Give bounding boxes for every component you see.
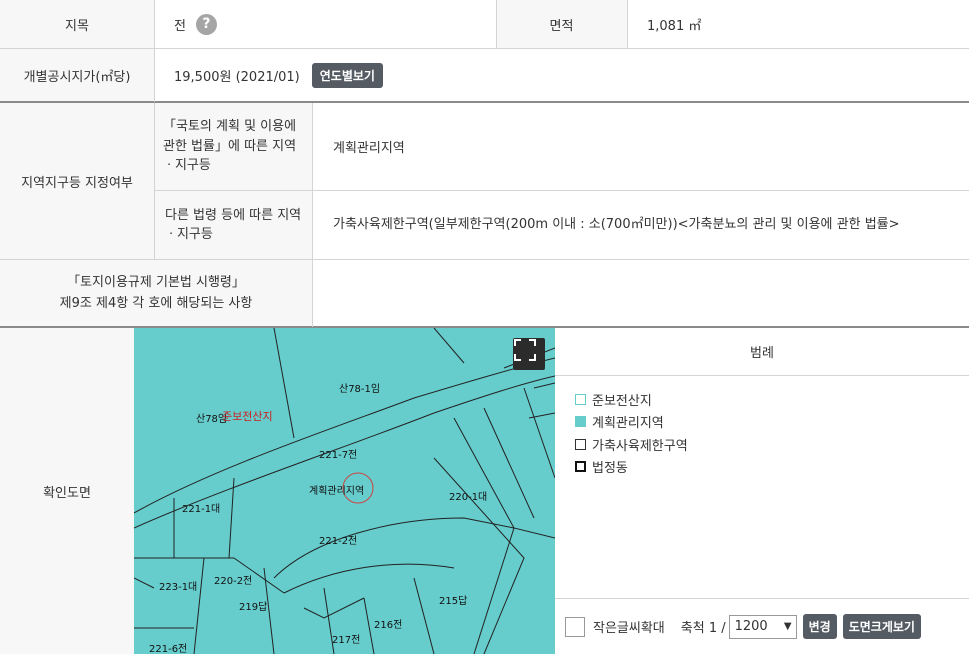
lot-label: 219답 — [239, 602, 268, 613]
map-label: 확인도면 — [0, 328, 134, 654]
rule-label: 「토지이용규제 기본법 시행령」 제9조 제4항 각 호에 해당되는 사항 — [0, 260, 312, 327]
lot-label: 223-1대 — [159, 582, 198, 593]
legend-item-label: 계획관리지역 — [592, 416, 664, 432]
price-label-text: 개별공시지가(㎡당) — [23, 69, 131, 85]
yearly-view-button[interactable]: 연도별보기 — [311, 62, 383, 88]
legend-item: 계획관리지역 — [575, 411, 688, 434]
law2-label: 다른 법령 등에 따른 지역ㆍ지구등 — [155, 191, 312, 259]
legend-swatch — [575, 438, 586, 450]
lot-label: 220-1대 — [449, 492, 488, 503]
zoom-text-label: 작은글씨확대 — [593, 621, 665, 636]
law2-value: 가축사육제한구역(일부제한구역(200m 이내 : 소(700㎡미만))<가축분… — [313, 191, 969, 259]
chevron-down-icon: ▼ — [783, 621, 792, 632]
legend-swatch — [575, 461, 586, 473]
law1-label-text: 「국토의 계획 및 이용에 관한 법률」에 따른 지역ㆍ지구등 — [163, 119, 297, 174]
legend-title: 범례 — [555, 328, 969, 376]
price-label: 개별공시지가(㎡당) — [0, 48, 154, 102]
map-controls: 작은글씨확대 축척 1 / 1200 ▼ 변경 도면크게보기 — [555, 598, 969, 654]
legend-item: 가축사육제한구역 — [575, 433, 688, 456]
lot-label: 217전 — [332, 635, 361, 646]
legend-swatch — [575, 393, 586, 405]
zoom-text-checkbox[interactable] — [565, 616, 585, 637]
lot-label: 220-2전 — [214, 576, 253, 587]
area-label: 면적 — [496, 0, 627, 48]
law1-value-text: 계획관리지역 — [333, 141, 405, 156]
legend-item-label: 준보전산지 — [592, 393, 652, 409]
lot-label: 산78-1임 — [339, 384, 381, 395]
jimok-label: 지목 — [0, 0, 154, 48]
jimok-label-text: 지목 — [65, 18, 89, 34]
lot-label: 216전 — [374, 620, 403, 631]
lot-label: 221-1대 — [182, 504, 221, 515]
map-label-text: 확인도면 — [43, 485, 91, 501]
scale-value: 1200 — [734, 619, 768, 634]
law2-value-text: 가축사육제한구역(일부제한구역(200m 이내 : 소(700㎡미만))<가축분… — [333, 217, 900, 233]
scale-label: 축척 1 / — [680, 621, 726, 636]
scale-select[interactable]: 1200 ▼ — [728, 614, 797, 639]
lot-label: 221-7전 — [319, 450, 358, 461]
legend-panel: 범례 준보전산지 계획관리지역 가축사육제한구역 법정동 — [555, 328, 969, 598]
jimok-value: 전 — [174, 18, 186, 34]
area-label-text: 면적 — [549, 18, 574, 34]
rule-value — [313, 260, 969, 327]
lot-label-red: 준보전산지 — [222, 410, 273, 423]
lot-label: 계획관리지역 — [309, 486, 365, 497]
zone-label: 지역지구등 지정여부 — [0, 103, 154, 259]
legend-list: 준보전산지 계획관리지역 가축사육제한구역 법정동 — [575, 388, 688, 478]
expand-map-button[interactable] — [513, 338, 545, 370]
legend-item-label: 가축사육제한구역 — [592, 438, 688, 454]
law1-value: 계획관리지역 — [313, 103, 969, 190]
area-value: 1,081 ㎡ — [627, 0, 969, 48]
price-value-cell: 19,500원 (2021/01) 연도별보기 — [154, 48, 969, 102]
help-icon[interactable]: ? — [195, 13, 217, 35]
jimok-value-cell: 전 ? — [154, 0, 496, 48]
law1-label: 「국토의 계획 및 이용에 관한 법률」에 따른 지역ㆍ지구등 — [155, 103, 312, 190]
lot-label: 215답 — [439, 596, 468, 607]
law2-label-text: 다른 법령 등에 따른 지역ㆍ지구등 — [165, 207, 302, 243]
expand-icon — [514, 339, 536, 361]
legend-item-label: 법정동 — [592, 461, 628, 477]
lot-label: 221-6전 — [149, 644, 188, 654]
zone-label-text: 지역지구등 지정여부 — [21, 175, 133, 191]
cadastral-map[interactable]: 산78-1임 산78임 준보전산지 221-7전 221-1대 계획관리지역 2… — [134, 328, 555, 654]
rule-label-line1: 「토지이용규제 기본법 시행령」 — [67, 274, 245, 290]
legend-swatch — [575, 416, 586, 428]
area-value-text: 1,081 ㎡ — [647, 18, 702, 34]
legend-item: 법정동 — [575, 456, 688, 479]
enlarge-map-button[interactable]: 도면크게보기 — [842, 614, 921, 639]
rule-label-line2: 제9조 제4항 각 호에 해당되는 사항 — [59, 295, 253, 311]
price-value: 19,500원 (2021/01) — [174, 69, 300, 85]
legend-item: 준보전산지 — [575, 388, 688, 411]
lot-label: 221-2전 — [319, 536, 358, 547]
change-scale-button[interactable]: 변경 — [802, 614, 837, 639]
